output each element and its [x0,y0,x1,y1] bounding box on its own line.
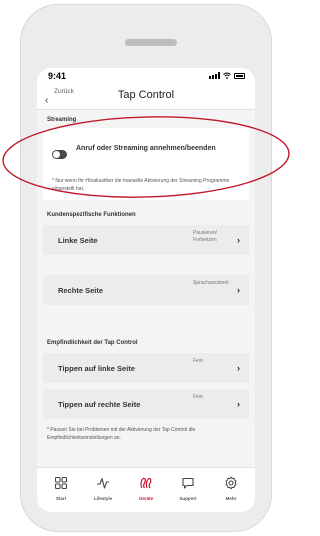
status-time: 9:41 [48,71,67,81]
row-right-side[interactable]: Rechte Seite Sprachassistent › [43,275,249,305]
tab-more[interactable]: Mehr [211,476,251,506]
tab-support[interactable]: Support [168,476,208,506]
streaming-toggle[interactable] [52,150,67,159]
battery-icon [234,72,245,79]
row-label: Rechte Seite [58,286,104,295]
chat-icon [182,477,194,489]
row-left-side[interactable]: Linke Seite Pausieren/ Fortsetzen › [43,225,249,255]
page-title: Tap Control [117,89,175,101]
row-label: Linke Seite [58,236,98,245]
row-label: Tippen auf rechte Seite [58,400,141,409]
phone-speaker [125,39,177,46]
row-tap-right[interactable]: Tippen auf rechte Seite Fest › [43,389,249,419]
streaming-toggle-label: Anruf oder Streaming annehmen/beenden [76,145,216,152]
tab-label: Geräte [138,496,154,501]
gear-icon [225,476,237,490]
chevron-right-icon: › [237,363,240,373]
row-value: Pausieren/ Fortsetzen [193,230,217,243]
streaming-card: Anruf oder Streaming annehmen/beenden * … [43,128,249,200]
navigation-bar: ‹ Zurück Tap Control [37,86,255,110]
section-title-custom-functions: Kundenspezifische Funktionen [47,212,136,218]
row-tap-left[interactable]: Tippen auf linke Seite Fest › [43,353,249,383]
row-value: Fest [193,394,203,400]
row-value: Fest [193,358,203,364]
tab-label: Support [179,496,197,501]
section-title-sensitivity: Empfindlichkeit der Tap Control [47,340,138,346]
tab-lifestyle[interactable]: Lifestyle [83,476,123,506]
status-bar: 9:41 [37,68,255,86]
tab-label: Lifestyle [93,496,113,501]
wifi-icon [223,72,231,79]
streaming-note: * Nur wenn Ihr Hörakustiker die manuelle… [52,178,230,192]
tab-label: Mehr [225,496,237,501]
hearing-aids-icon [140,477,152,489]
tab-bar: Start Lifestyle Geräte Support Mehr [37,467,255,512]
tab-devices[interactable]: Geräte [126,476,166,506]
tab-start[interactable]: Start [41,476,81,506]
grid-icon [54,476,68,490]
tab-label: Start [55,496,67,501]
sensitivity-note: * Passen Sie bei Problemen mit der Aktiv… [47,427,196,441]
row-value: Sprachassistent [193,280,229,286]
row-label: Tippen auf linke Seite [58,364,135,373]
toggle-knob [53,151,60,158]
app-screen: 9:41 ‹ Zurück Tap Control Streaming Anru [37,68,255,512]
settings-content: Streaming Anruf oder Streaming annehmen/… [37,111,255,467]
activity-icon [97,477,109,489]
chevron-right-icon: › [237,285,240,295]
chevron-right-icon: › [237,235,240,245]
chevron-right-icon: › [237,399,240,409]
section-title-streaming: Streaming [47,117,77,123]
status-icons [209,72,245,79]
signal-icon [209,72,220,79]
